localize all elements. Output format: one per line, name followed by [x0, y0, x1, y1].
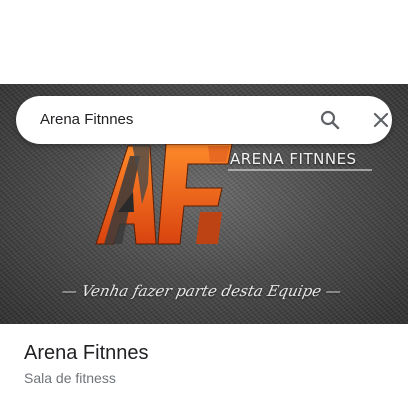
search-icon[interactable]	[318, 108, 342, 132]
place-name: Arena Fitnnes	[24, 342, 149, 364]
tagline-dash-left: —	[60, 282, 84, 300]
search-bar[interactable]: Arena Fitnnes	[16, 96, 392, 144]
top-blank-area	[0, 0, 408, 84]
tagline-text: Venha fazer parte desta Equipe	[79, 282, 324, 300]
tagline-dash-right: —	[319, 282, 343, 300]
logo-tagline: — Venha fazer parte desta Equipe —	[60, 282, 343, 300]
search-input[interactable]: Arena Fitnnes	[40, 96, 133, 144]
place-category: Sala de fitness	[24, 370, 116, 386]
logo-brand-text: ARENA FITNNES	[230, 150, 357, 168]
logo-letter-f	[157, 143, 233, 245]
place-info-card[interactable]: Arena Fitnnes Sala de fitness	[0, 324, 408, 408]
close-icon[interactable]	[369, 108, 393, 132]
logo-letter-a	[95, 142, 157, 245]
